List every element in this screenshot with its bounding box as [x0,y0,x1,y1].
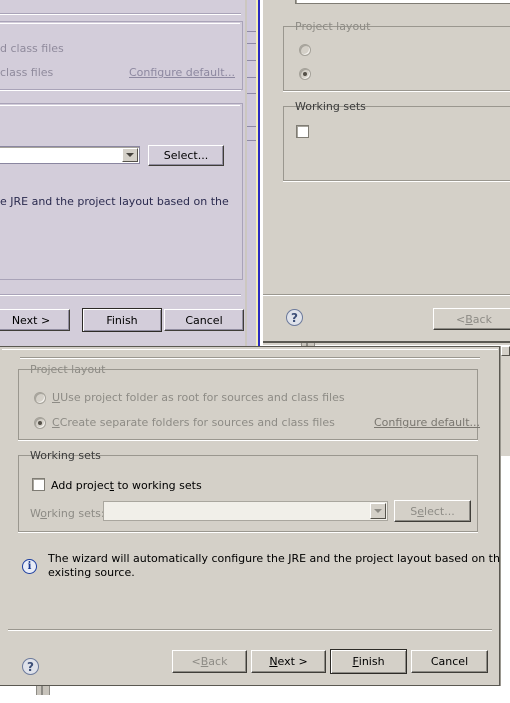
main-option-separate-label-text: Create separate folders for sources and … [59,416,335,429]
main-wizard-dialog: Project layout UUse project folder as ro… [0,346,507,686]
lavender-project-layout-group-inner-highlight [0,23,240,24]
right-upper-partial-field[interactable] [295,0,510,4]
main-select-button-text: lect... [424,504,455,518]
main-finish-button[interactable]: Finish [330,649,407,674]
lavender-working-sets-inner-highlight [0,105,240,106]
lavender-configure-default-link[interactable]: Configure default... [129,66,235,79]
lavender-option-separate-label: class files [0,66,54,79]
main-next-button[interactable]: Next > [251,650,326,673]
lavender-dialog-vertical-scrollbar[interactable] [247,0,256,348]
right-back-button[interactable]: < Back [433,308,510,330]
main-back-button-text: ack [208,655,228,668]
scrollbar-segment [247,126,256,127]
lavender-working-sets-combo[interactable] [0,146,140,164]
scrollbar-thumb[interactable] [501,346,510,356]
lavender-option-root-label: d class files [0,42,64,55]
right-radio-use-project-folder[interactable] [299,44,311,56]
main-cancel-button[interactable]: Cancel [411,650,488,673]
scrollbar-segment [247,77,256,78]
right-working-sets-group-title: Working sets [295,100,366,113]
main-client-top-highlight [2,349,498,350]
main-project-layout-group-title: Project layout [30,363,106,376]
lavender-project-layout-group-bottom-highlight [0,90,241,91]
right-back-button-text: ack [472,312,492,326]
main-add-project-checkbox[interactable] [32,478,45,491]
main-option-separate-label: CCreate separate folders for sources and… [52,416,335,429]
main-info-message-line2: existing source. [48,566,135,579]
main-project-layout-group: Project layout [18,363,478,441]
right-button-bar-separator [263,294,510,296]
lavender-finish-button[interactable]: Finish [82,308,162,332]
lavender-info-message: e JRE and the project layout based on th… [0,195,229,208]
radio-selected-dot [38,421,42,425]
screenshot-root: d class files class files Configure defa… [0,0,510,703]
scrollbar-segment [247,140,256,141]
background-window-area [500,456,510,686]
main-working-sets-combo[interactable] [103,501,388,521]
main-option-root-label-text: Use project folder as root for sources a… [60,391,345,404]
main-working-sets-group-title: Working sets [30,449,101,462]
background-vertical-scrollbar[interactable] [500,346,510,456]
right-working-sets-group: Working sets [283,100,510,182]
scrollbar-segment [247,93,256,94]
scrollbar-segment [247,31,256,32]
main-radio-use-project-folder[interactable] [34,392,46,404]
lavender-button-bar-separator [0,294,241,296]
right-add-project-checkbox[interactable] [296,125,309,138]
main-select-button[interactable]: Se lect... [394,500,471,522]
lavender-working-sets-group [0,103,243,280]
main-configure-default-link[interactable]: Configure default... [374,416,480,429]
main-working-sets-label: Working sets: [30,507,105,520]
main-option-root-label: UUse project folder as root for sources … [52,391,345,404]
radio-selected-dot [303,72,307,76]
lavender-cancel-button[interactable]: Cancel [164,309,244,331]
chevron-down-icon[interactable] [122,148,138,162]
right-wizard-dialog: Project layout UUse project folder as ro… [263,0,510,345]
main-finish-button-text: inish [358,655,385,668]
main-working-sets-label-text: rking sets: [46,507,105,520]
taskbar-resize-handle[interactable] [36,686,50,695]
lavender-project-layout-group [0,21,243,90]
info-icon: i [22,559,37,574]
lavender-select-button[interactable]: Select... [148,145,224,166]
desktop-below-dialog [0,686,510,703]
main-info-message-line1: The wizard will automatically configure … [48,552,507,565]
chevron-down-icon[interactable] [370,503,386,519]
scrollbar-segment [247,43,256,44]
right-radio-create-separate[interactable] [299,68,311,80]
main-next-button-text: ext > [277,655,308,668]
main-add-project-label: Add project to working sets [51,479,202,492]
help-icon[interactable]: ? [22,658,39,675]
help-icon[interactable]: ? [286,309,303,326]
right-project-layout-group: Project layout [283,20,510,92]
scrollbar-segment [247,60,256,61]
main-client-etched-line-highlight [20,358,480,359]
lavender-wizard-dialog: d class files class files Configure defa… [0,0,255,348]
main-button-bar-separator [8,629,492,631]
right-project-layout-group-title: Project layout [295,20,371,33]
lavender-upper-group-bottom-highlight [0,14,241,15]
lavender-next-button[interactable]: Next > [0,309,70,331]
main-back-button[interactable]: < Back [172,650,247,673]
taskbar-resize-handle-notch [41,686,43,695]
main-radio-create-separate[interactable] [34,417,46,429]
